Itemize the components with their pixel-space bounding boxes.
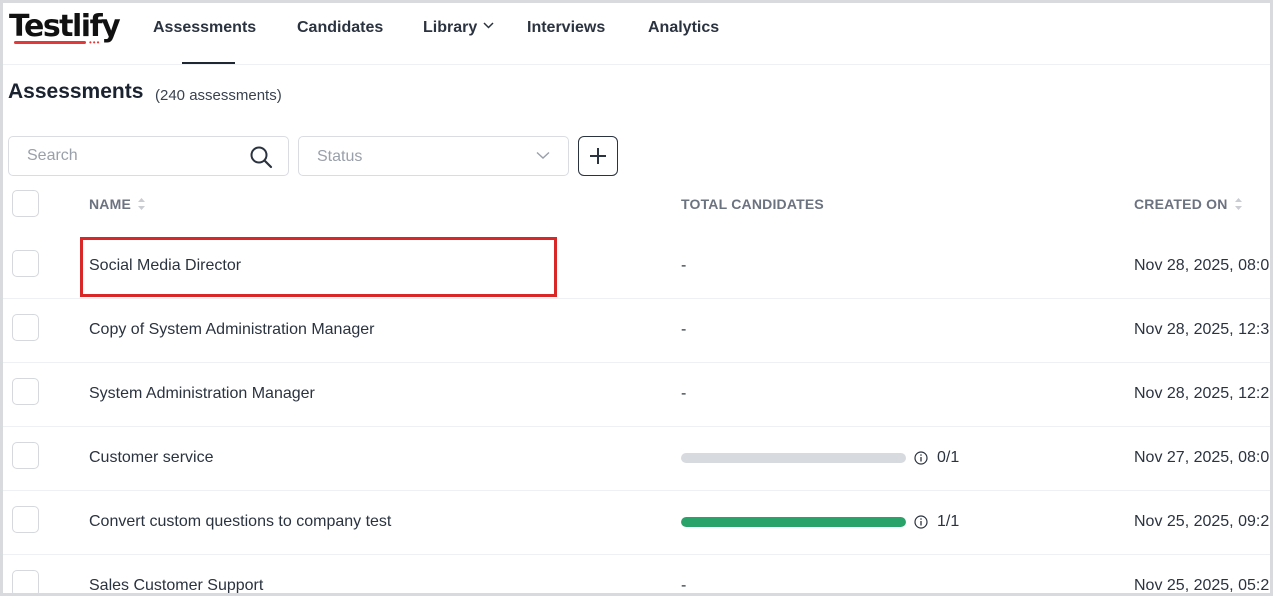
created-on-value: Nov 25, 2025, 09:2 xyxy=(1134,513,1270,530)
info-icon[interactable] xyxy=(914,451,928,465)
candidates-ratio: 0/1 xyxy=(937,449,960,466)
total-candidates-value: - xyxy=(681,577,687,594)
candidates-progress-bar xyxy=(681,517,906,527)
logo-dots: ••• xyxy=(89,38,101,47)
row-checkbox[interactable] xyxy=(12,378,39,405)
search-icon[interactable] xyxy=(249,145,273,169)
table-row[interactable]: Sales Customer Support - Nov 25, 2025, 0… xyxy=(3,555,1270,596)
assessment-name-link[interactable]: Social Media Director xyxy=(89,257,241,275)
table-row[interactable]: Copy of System Administration Manager - … xyxy=(3,299,1270,363)
chevron-down-icon xyxy=(483,22,494,29)
created-on-value: Nov 27, 2025, 08:0 xyxy=(1134,449,1270,466)
page-title: Assessments xyxy=(8,80,144,103)
column-header-total-candidates: TOTAL CANDIDATES xyxy=(681,196,824,212)
table-row[interactable]: Convert custom questions to company test… xyxy=(3,491,1270,555)
assessment-count: (240 assessments) xyxy=(155,87,282,104)
table-row[interactable]: System Administration Manager - Nov 28, … xyxy=(3,363,1270,427)
search-box xyxy=(8,136,289,176)
chevron-down-icon xyxy=(536,151,550,159)
row-checkbox[interactable] xyxy=(12,570,39,596)
candidates-progress-bar xyxy=(681,453,906,463)
nav-assessments[interactable]: Assessments xyxy=(153,19,256,37)
column-header-name-label: NAME xyxy=(89,196,132,212)
status-dropdown[interactable]: Status xyxy=(298,136,569,176)
created-on-value: Nov 28, 2025, 12:3 xyxy=(1134,321,1270,338)
created-on-value: Nov 28, 2025, 12:2 xyxy=(1134,385,1270,402)
sort-icon xyxy=(138,198,146,210)
nav-active-indicator xyxy=(182,62,235,64)
column-header-created-on[interactable]: CREATED ON xyxy=(1134,196,1243,212)
row-checkbox[interactable] xyxy=(12,506,39,533)
row-checkbox[interactable] xyxy=(12,314,39,341)
nav-library[interactable]: Library xyxy=(423,19,494,37)
nav-interviews[interactable]: Interviews xyxy=(527,19,605,37)
column-header-created-on-label: CREATED ON xyxy=(1134,196,1228,212)
total-candidates-value: - xyxy=(681,257,687,274)
column-header-name[interactable]: NAME xyxy=(89,196,146,212)
info-icon[interactable] xyxy=(914,515,928,529)
progress-fill xyxy=(681,517,906,527)
sort-icon xyxy=(1234,198,1242,210)
assessment-name-link[interactable]: Copy of System Administration Manager xyxy=(89,321,374,339)
nav-candidates[interactable]: Candidates xyxy=(297,19,383,37)
logo-underline xyxy=(14,41,86,44)
search-input[interactable] xyxy=(10,138,240,174)
nav-library-label: Library xyxy=(423,19,478,36)
select-all-checkbox[interactable] xyxy=(12,190,39,217)
total-candidates-value: - xyxy=(681,385,687,402)
status-placeholder: Status xyxy=(317,148,363,165)
row-checkbox[interactable] xyxy=(12,250,39,277)
add-assessment-button[interactable] xyxy=(578,136,618,176)
plus-icon xyxy=(590,148,606,164)
assessment-name-link[interactable]: Sales Customer Support xyxy=(89,577,263,595)
nav-analytics[interactable]: Analytics xyxy=(648,19,719,37)
testlify-logo[interactable]: Testlify xyxy=(9,9,121,44)
top-navigation: Testlify ••• Assessments Candidates Libr… xyxy=(3,3,1270,65)
table-row[interactable]: Social Media Director - Nov 28, 2025, 08… xyxy=(3,235,1270,299)
table-row[interactable]: Customer service 0/1 Nov 27, 2025, 08:0 xyxy=(3,427,1270,491)
total-candidates-value: - xyxy=(681,321,687,338)
candidates-ratio: 1/1 xyxy=(937,513,960,530)
row-checkbox[interactable] xyxy=(12,442,39,469)
assessment-name-link[interactable]: Convert custom questions to company test xyxy=(89,513,391,531)
created-on-value: Nov 28, 2025, 08:0 xyxy=(1134,257,1270,274)
assessment-name-link[interactable]: Customer service xyxy=(89,449,213,467)
assessment-name-link[interactable]: System Administration Manager xyxy=(89,385,315,403)
created-on-value: Nov 25, 2025, 05:2 xyxy=(1134,577,1270,594)
